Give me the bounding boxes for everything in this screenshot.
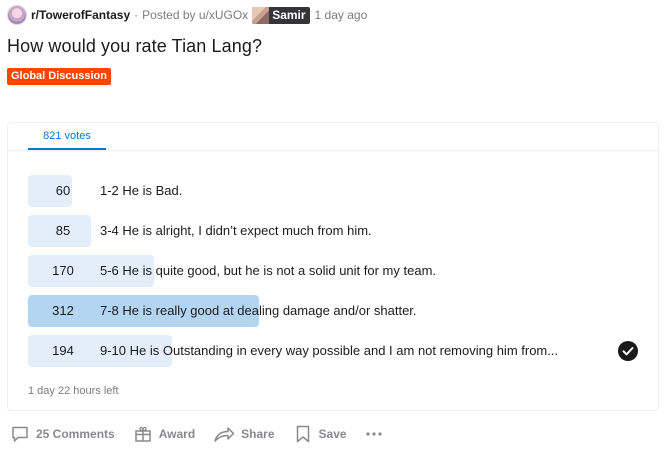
save-label: Save [318,427,347,441]
poll-option: 312 7-8 He is really good at dealing dam… [28,295,643,327]
share-label: Share [241,427,275,441]
post-flair[interactable]: Global Discussion [7,68,111,85]
comments-button[interactable]: 25 Comments [10,424,115,444]
poll-time-left: 1 day 22 hours left [28,385,119,397]
post-actions: 25 Comments Award Share Save [10,422,407,446]
more-icon [365,432,382,436]
poll-option-count: 85 [55,223,71,238]
poll-option-count: 312 [52,303,74,318]
poll-option-label: 5-6 He is quite good, but he is not a so… [100,263,437,278]
user-flair-text: Samir [272,8,306,22]
user-flair-avatar [252,6,270,24]
user-flair: Samir [252,6,310,24]
share-icon [214,427,235,442]
post-title[interactable]: How would you rate Tian Lang? [7,36,262,57]
poll-option-count: 194 [52,343,74,358]
comments-label: 25 Comments [36,427,115,441]
checkmark-icon [618,341,638,361]
more-options-button[interactable] [365,424,389,444]
poll-option: 170 5-6 He is quite good, but he is not … [28,255,643,287]
bookmark-icon [296,425,309,443]
subreddit-link[interactable]: r/TowerofFantasy [31,8,130,22]
poll-option-count: 170 [52,263,74,278]
poll-option-label: 1-2 He is Bad. [100,183,183,198]
comment-icon [12,426,28,442]
poll-option-label: 9-10 He is Outstanding in every way poss… [100,343,559,358]
gift-icon [134,426,151,442]
poll-option-count: 60 [55,183,71,198]
poll-option-label: 3-4 He is alright, I didn’t expect much … [100,223,372,238]
poll-option: 85 3-4 He is alright, I didn’t expect mu… [28,215,643,247]
post-time[interactable]: 1 day ago [315,8,368,22]
award-button[interactable]: Award [133,424,195,444]
poll-option: 60 1-2 He is Bad. [28,175,643,207]
posted-by[interactable]: Posted by u/xUGOx [142,8,248,22]
post-meta: r/TowerofFantasy · Posted by u/xUGOx Sam… [7,5,367,25]
poll: 821 votes 60 1-2 He is Bad. 85 3-4 He is… [7,122,659,411]
save-button[interactable]: Save [293,424,347,444]
poll-option: 194 9-10 He is Outstanding in every way … [28,335,643,367]
subreddit-avatar[interactable] [7,5,27,25]
share-button[interactable]: Share [213,424,275,444]
award-label: Award [158,427,196,441]
poll-option-label: 7-8 He is really good at dealing damage … [100,303,417,318]
poll-divider [8,150,658,151]
meta-separator: · [134,8,139,22]
tab-votes[interactable]: 821 votes [28,123,106,150]
